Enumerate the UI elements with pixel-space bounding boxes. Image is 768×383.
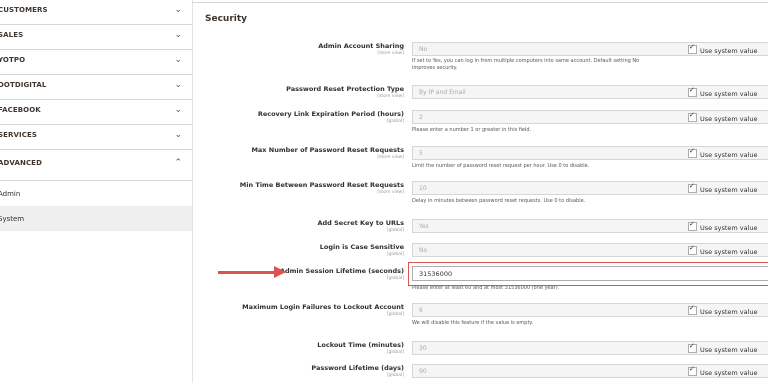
setting-label: Login is Case Sensitive [global] bbox=[319, 243, 404, 257]
sidebar-item-system[interactable]: System bbox=[0, 206, 192, 231]
use-system-value-checkbox[interactable]: Use system value bbox=[688, 244, 758, 256]
chevron-down-icon: ⌄ bbox=[174, 30, 182, 40]
annotation-arrow-icon bbox=[274, 266, 286, 278]
setting-note: We will disable this feature if the valu… bbox=[412, 320, 534, 326]
checkbox-icon bbox=[688, 220, 697, 231]
setting-label: Admin Session Lifetime (seconds) [global] bbox=[279, 267, 404, 281]
setting-label: Min Time Between Password Reset Requests… bbox=[239, 181, 404, 195]
use-system-value-checkbox[interactable]: Use system value bbox=[688, 304, 758, 316]
config-main: Security Admin Account Sharing [store vie… bbox=[192, 0, 768, 383]
checkbox-icon bbox=[688, 86, 697, 97]
sidebar-section-facebook[interactable]: FACEBOOK ⌄ bbox=[0, 100, 192, 125]
sidebar-section-services[interactable]: SERVICES ⌄ bbox=[0, 125, 192, 150]
setting-label: Recovery Link Expiration Period (hours)[… bbox=[257, 110, 404, 124]
setting-label: Password Reset Protection Type [store vie… bbox=[286, 85, 404, 99]
use-system-value-checkbox[interactable]: Use system value bbox=[688, 111, 758, 123]
chevron-up-icon: ⌃ bbox=[174, 158, 182, 168]
sidebar-section-dotdigital[interactable]: DOTDIGITAL ⌄ bbox=[0, 75, 192, 100]
chevron-down-icon: ⌄ bbox=[174, 5, 182, 15]
highlight-box bbox=[408, 262, 768, 286]
checkbox-icon bbox=[688, 147, 697, 158]
section-title: Security bbox=[205, 14, 248, 24]
sidebar-section-label: CUSTOMERS bbox=[0, 6, 48, 14]
checkbox-icon bbox=[688, 365, 697, 376]
checkbox-icon bbox=[688, 244, 697, 255]
sidebar-section-label: SALES bbox=[0, 31, 24, 39]
setting-label: Lockout Time (minutes) [global] bbox=[317, 341, 404, 355]
setting-note: Please enter at least 60 and at most 315… bbox=[412, 285, 560, 291]
use-system-value-checkbox[interactable]: Use system value bbox=[688, 182, 758, 194]
sidebar-section-yotpo[interactable]: YOTPO ⌄ bbox=[0, 50, 192, 75]
use-system-value-checkbox[interactable]: Use system value bbox=[688, 43, 758, 55]
setting-note: Limit the number of password reset reque… bbox=[412, 163, 590, 169]
sidebar-section-label: FACEBOOK bbox=[0, 106, 41, 114]
sidebar-section-customers[interactable]: CUSTOMERS ⌄ bbox=[0, 0, 192, 25]
setting-note: Delay in minutes between password reset … bbox=[412, 198, 586, 204]
sidebar-section-label: ADVANCED bbox=[0, 159, 42, 167]
setting-note: Please enter a number 1 or greater in th… bbox=[412, 127, 532, 133]
checkbox-icon bbox=[688, 342, 697, 353]
use-system-value-checkbox[interactable]: Use system value bbox=[688, 86, 758, 98]
checkbox-icon bbox=[688, 182, 697, 193]
setting-label: Max Number of Password Reset Requests [st… bbox=[251, 146, 404, 160]
setting-note: If set to Yes, you can log in from multi… bbox=[412, 58, 640, 71]
chevron-down-icon: ⌄ bbox=[174, 105, 182, 115]
chevron-down-icon: ⌄ bbox=[174, 80, 182, 90]
divider bbox=[192, 2, 768, 3]
sidebar-section-label: YOTPO bbox=[0, 56, 26, 64]
use-system-value-checkbox[interactable]: Use system value bbox=[688, 147, 758, 159]
config-sidebar: CUSTOMERS ⌄ SALES ⌄ YOTPO ⌄ DOTDIGITAL ⌄… bbox=[0, 0, 193, 383]
annotation-arrow-shaft bbox=[218, 271, 274, 274]
chevron-down-icon: ⌄ bbox=[174, 55, 182, 65]
setting-label: Maximum Login Failures to Lockout Accoun… bbox=[242, 303, 404, 317]
sidebar-section-sales[interactable]: SALES ⌄ bbox=[0, 25, 192, 50]
use-system-value-checkbox[interactable]: Use system value bbox=[688, 365, 758, 377]
setting-label: Password Lifetime (days) [global] bbox=[311, 364, 404, 378]
checkbox-icon bbox=[688, 43, 697, 54]
sidebar-item-label: Admin bbox=[0, 190, 21, 198]
setting-label: Add Secret Key to URLs [global] bbox=[317, 219, 405, 233]
chevron-down-icon: ⌄ bbox=[174, 130, 182, 140]
sidebar-section-label: SERVICES bbox=[0, 131, 37, 139]
sidebar-section-advanced[interactable]: ADVANCED ⌃ bbox=[0, 150, 192, 181]
setting-label: Admin Account Sharing [store view] bbox=[318, 42, 404, 56]
use-system-value-checkbox[interactable]: Use system value bbox=[688, 342, 758, 354]
checkbox-icon bbox=[688, 304, 697, 315]
sidebar-item-label: System bbox=[0, 215, 25, 223]
checkbox-icon bbox=[688, 111, 697, 122]
use-system-value-checkbox[interactable]: Use system value bbox=[688, 220, 758, 232]
sidebar-item-admin[interactable]: Admin bbox=[0, 181, 192, 206]
sidebar-section-label: DOTDIGITAL bbox=[0, 81, 47, 89]
